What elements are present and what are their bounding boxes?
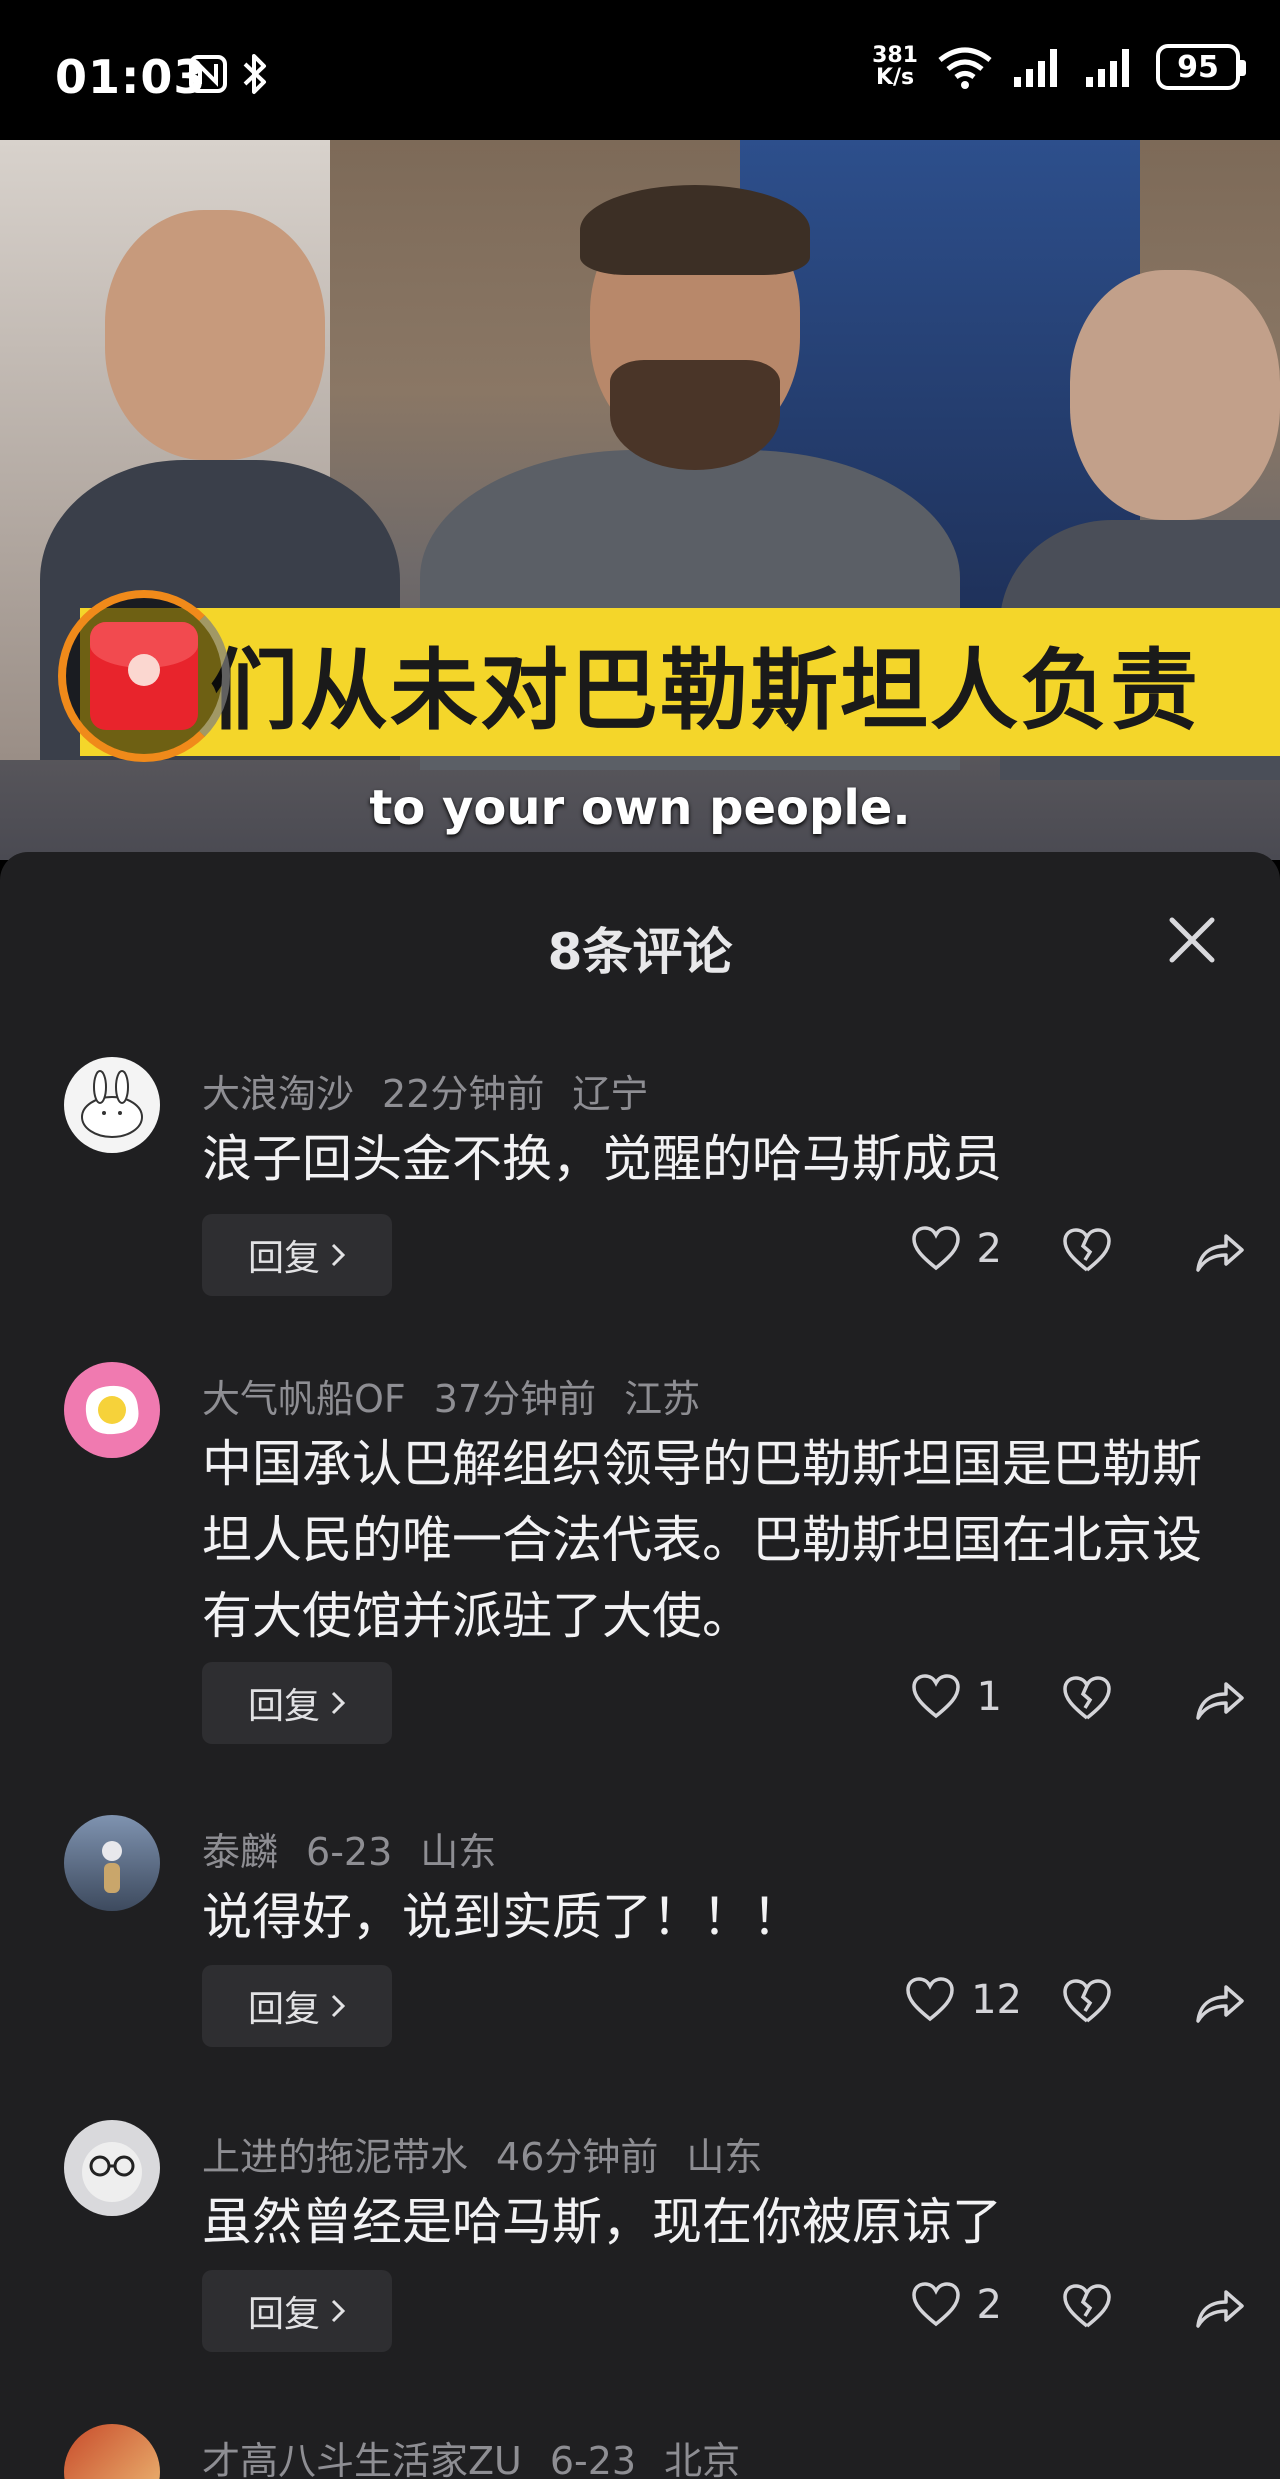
comment-actions: 回复 12 — [202, 1965, 1244, 2047]
like-button[interactable]: 1 — [911, 1674, 1002, 1720]
rabbit-avatar-icon — [81, 1070, 143, 1138]
comment-username[interactable]: 大浪淘沙 — [202, 1072, 354, 1116]
comment-meta: 才高八斗生活家ZU 6-23 北京 — [202, 2430, 768, 2479]
video-player[interactable]: 们从未对巴勒斯坦人负责 to your own people. — [0, 140, 1280, 860]
chevron-right-icon — [331, 1994, 346, 2018]
comment-text: 浪子回头金不换，觉醒的哈马斯成员 — [202, 1130, 1002, 1188]
comment-actions: 回复 2 — [202, 1214, 1244, 1296]
comment-username[interactable]: 泰麟 — [202, 1830, 278, 1874]
subtitle-chinese: 们从未对巴勒斯坦人负责 — [210, 639, 1201, 742]
video-person-left-head — [105, 210, 325, 460]
comment-username[interactable]: 大气帆船OF — [202, 1377, 406, 1421]
network-speed: 381 K/s — [872, 45, 918, 89]
broken-heart-icon[interactable] — [1062, 1979, 1112, 2025]
share-icon[interactable] — [1194, 1228, 1246, 1274]
reply-button[interactable]: 回复 — [202, 1214, 392, 1296]
reply-label: 回复 — [247, 1989, 320, 2030]
reply-label: 回复 — [247, 2294, 320, 2335]
broken-heart-icon[interactable] — [1062, 2284, 1112, 2330]
comment-time: 46分钟前 — [496, 2135, 659, 2179]
comment-time: 6-23 — [549, 2439, 637, 2479]
share-icon[interactable] — [1194, 1979, 1246, 2025]
avatar[interactable] — [64, 2120, 160, 2216]
reply-button[interactable]: 回复 — [202, 1965, 392, 2047]
battery-indicator: 95 — [1156, 44, 1246, 90]
comment-actions: 回复 1 — [202, 1662, 1244, 1744]
red-packet-icon[interactable] — [90, 622, 198, 730]
reply-button[interactable]: 回复 — [202, 1662, 392, 1744]
chevron-right-icon — [331, 1691, 346, 1715]
like-count: 1 — [976, 1674, 1002, 1720]
status-time: 01:03 — [55, 50, 207, 104]
nfc-icon — [189, 55, 227, 93]
comment-text: 中国承认巴解组织领导的巴勒斯坦国是巴勒斯坦人民的唯一合法代表。巴勒斯坦国在北京设… — [202, 1435, 1202, 1645]
like-button[interactable]: 2 — [911, 1226, 1002, 1272]
comment-text: 虽然曾经是哈马斯，现在你被原谅了 — [202, 2193, 1002, 2251]
comment-time: 37分钟前 — [433, 1377, 597, 1421]
like-count: 12 — [971, 1977, 1022, 2023]
comment-text: 说得好，说到实质了！！！ — [202, 1888, 802, 1946]
avatar[interactable] — [64, 1362, 160, 1458]
chevron-right-icon — [331, 2299, 346, 2323]
comment-meta: 上进的拖泥带水 46分钟前 山东 — [202, 2126, 790, 2181]
glasses-avatar-icon — [82, 2142, 142, 2202]
comment-location: 江苏 — [624, 1377, 701, 1421]
signal-icon-2 — [1086, 49, 1129, 87]
network-speed-value: 381 — [872, 43, 918, 68]
wifi-icon — [938, 47, 992, 89]
broken-heart-icon[interactable] — [1062, 1228, 1112, 1274]
comment-time: 6-23 — [306, 1830, 393, 1874]
comment-meta: 大气帆船OF 37分钟前 江苏 — [202, 1368, 728, 1423]
status-bar: 01:03 381 K/s 95 — [0, 0, 1280, 140]
video-person-center-hair — [580, 185, 810, 275]
share-icon[interactable] — [1194, 2284, 1246, 2330]
like-button[interactable]: 2 — [911, 2282, 1002, 2328]
close-icon[interactable] — [1164, 912, 1220, 968]
comment-location: 北京 — [664, 2439, 741, 2479]
share-icon[interactable] — [1194, 1676, 1246, 1722]
heart-icon — [911, 1226, 960, 1271]
signal-icon-1 — [1014, 49, 1057, 87]
status-left-icons — [188, 52, 270, 96]
figure-avatar-icon — [102, 1841, 122, 1893]
chevron-right-icon — [331, 1243, 346, 1267]
comment-location: 山东 — [686, 2135, 763, 2179]
subtitle-english: to your own people. — [369, 780, 911, 836]
comments-panel: 8条评论 大浪淘沙 22分钟前辽宁 浪子回头金不换，觉醒的哈马斯成员 回复 2 — [0, 852, 1280, 2479]
avatar[interactable] — [64, 1057, 160, 1153]
reply-label: 回复 — [247, 1686, 320, 1727]
status-right-icons: 381 K/s 95 — [872, 44, 1246, 90]
like-count: 2 — [976, 1226, 1002, 1272]
bluetooth-icon — [243, 54, 266, 94]
comment-username[interactable]: 上进的拖泥带水 — [202, 2135, 468, 2179]
comment-meta: 大浪淘沙 22分钟前 辽宁 — [202, 1063, 676, 1118]
reply-label: 回复 — [247, 1238, 320, 1279]
video-person-right-head — [1070, 270, 1280, 520]
reply-button[interactable]: 回复 — [202, 2270, 392, 2352]
comment-username[interactable]: 才高八斗生活家ZU — [202, 2439, 522, 2479]
comments-title: 8条评论 — [547, 923, 733, 981]
heart-icon — [906, 1977, 954, 2022]
broken-heart-icon[interactable] — [1062, 1676, 1112, 1722]
comment-meta: 泰麟 6-23 山东 — [202, 1821, 524, 1876]
heart-icon — [911, 2282, 960, 2327]
avatar[interactable] — [64, 1815, 160, 1911]
network-speed-unit: K/s — [875, 65, 915, 90]
video-person-center-beard — [610, 360, 780, 470]
heart-icon — [911, 1674, 960, 1719]
egg-avatar-icon — [85, 1385, 139, 1435]
comment-time: 22分钟前 — [382, 1072, 545, 1116]
like-button[interactable]: 12 — [905, 1977, 1022, 2023]
like-count: 2 — [976, 2282, 1002, 2328]
comment-location: 山东 — [420, 1830, 497, 1874]
comment-location: 辽宁 — [572, 1072, 649, 1116]
avatar[interactable] — [64, 2424, 160, 2479]
comment-actions: 回复 2 — [202, 2270, 1244, 2352]
